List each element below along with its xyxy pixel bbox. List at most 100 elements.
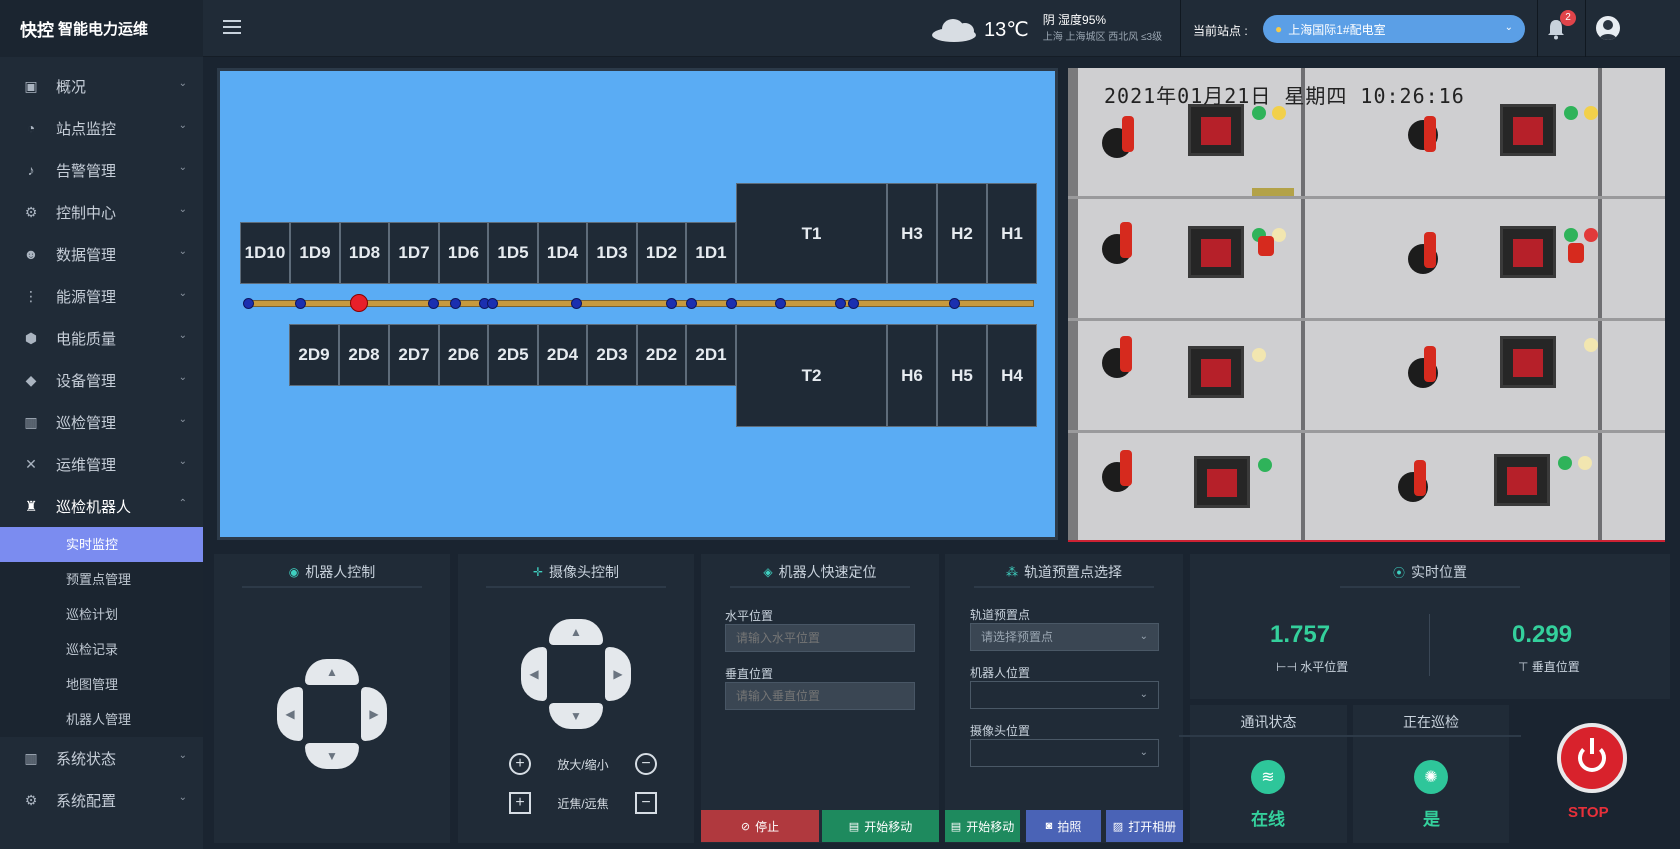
cabinet-1d7[interactable]: 1D7 [389,222,439,284]
sidebar-item-control-center[interactable]: ⚙ 控制中心 ⌄ [0,191,203,233]
sidebar-subitem-records[interactable]: 巡检记录 [0,632,203,667]
sidebar-item-inspection[interactable]: ▥ 巡检管理 ⌄ [0,401,203,443]
avatar[interactable] [1596,16,1620,40]
cabinet-1d9[interactable]: 1D9 [290,222,340,284]
cabinet-1d5[interactable]: 1D5 [488,222,538,284]
chevron-down-icon: ⌄ [178,288,187,299]
cabinet-2d4[interactable]: 2D4 [538,324,587,386]
sidebar-item-system-status[interactable]: ▥ 系统状态 ⌄ [0,737,203,779]
camera-position-select[interactable]: ⌄ [970,739,1159,767]
preset-point[interactable] [487,298,498,309]
preset-point[interactable] [775,298,786,309]
sidebar-item-alarms[interactable]: ♪ 告警管理 ⌄ [0,149,203,191]
focus-near-button[interactable]: + [509,792,531,814]
camera-left-button[interactable]: ◀ [521,647,547,701]
cabinet-t1[interactable]: T1 [736,183,887,284]
move-up-button[interactable]: ▲ [305,659,359,685]
preset-point[interactable] [949,298,960,309]
chevron-down-icon: ⌄ [178,414,187,425]
sidebar-item-system-config[interactable]: ⚙ 系统配置 ⌄ [0,779,203,821]
cabinet-1d10[interactable]: 1D10 [240,222,290,284]
sidebar-subitem-robots[interactable]: 机器人管理 [0,702,203,737]
sidebar-item-station-monitor[interactable]: ◔ 站点监控 ⌄ [0,107,203,149]
cabinet-h2[interactable]: H2 [937,183,987,284]
camera-right-button[interactable]: ▶ [605,647,631,701]
preset-point[interactable] [835,298,846,309]
robot-position-select[interactable]: ⌄ [970,681,1159,709]
station-select[interactable]: ● 上海国际1#配电室 ⌄ [1263,15,1525,43]
cabinet-h3[interactable]: H3 [887,183,937,284]
cabinet-t2[interactable]: T2 [736,324,887,427]
cabinet-2d1[interactable]: 2D1 [686,324,736,386]
preset-start-move-button[interactable]: ▤ 开始移动 [945,810,1020,842]
cabinet-2d6[interactable]: 2D6 [439,324,488,386]
cabinet-2d5[interactable]: 2D5 [488,324,538,386]
sidebar-item-label: 站点监控 [56,120,117,138]
horizontal-position-value: 1.757 [1270,621,1331,648]
horizontal-position-input[interactable] [725,624,915,652]
preset-point[interactable] [450,298,461,309]
divider [1585,0,1586,57]
move-left-button[interactable]: ◀ [277,687,303,741]
sidebar-item-patrol-robot[interactable]: ♜ 巡检机器人 ⌃ [0,485,203,527]
cabinet-1d3[interactable]: 1D3 [587,222,637,284]
cabinet-h1[interactable]: H1 [987,183,1037,284]
sidebar-item-power-quality[interactable]: ⬢ 电能质量 ⌄ [0,317,203,359]
sidebar-subitem-realtime[interactable]: 实时监控 [0,527,203,562]
cabinet-2d9[interactable]: 2D9 [289,324,339,386]
zoom-in-button[interactable]: + [509,753,531,775]
photo-button[interactable]: ◙ 拍照 [1026,810,1101,842]
stop-move-button[interactable]: ⊘ 停止 [701,810,819,842]
nodes-icon: ⁂ [1006,565,1018,579]
sidebar-subitem-maps[interactable]: 地图管理 [0,667,203,702]
cabinet-1d4[interactable]: 1D4 [538,222,587,284]
preset-point[interactable] [243,298,254,309]
sidebar-item-maintenance[interactable]: ✕ 运维管理 ⌄ [0,443,203,485]
panel-meter-unit [1168,338,1288,424]
cabinet-1d1[interactable]: 1D1 [686,222,736,284]
preset-point[interactable] [666,298,677,309]
sidebar-item-data[interactable]: ☻ 数据管理 ⌄ [0,233,203,275]
cabinet-h5[interactable]: H5 [937,324,987,427]
vertical-position-input[interactable] [725,682,915,710]
cabinet-2d8[interactable]: 2D8 [339,324,389,386]
preset-point[interactable] [571,298,582,309]
panel-meter-unit [1480,328,1600,414]
robot-position-marker[interactable] [350,294,368,312]
sidebar-item-energy[interactable]: ⋮ 能源管理 ⌄ [0,275,203,317]
cabinet-1d2[interactable]: 1D2 [637,222,686,284]
sidebar-item-label: 巡检管理 [56,414,117,432]
move-down-button[interactable]: ▼ [305,743,359,769]
select-placeholder: 请选择预置点 [981,630,1054,644]
button-label: 拍照 [1057,819,1082,834]
emergency-stop-button[interactable] [1557,723,1627,793]
stop-label: STOP [1568,804,1609,821]
cabinet-h4[interactable]: H4 [987,324,1037,427]
open-album-button[interactable]: ▨ 打开相册 [1106,810,1183,842]
preset-point[interactable] [295,298,306,309]
sidebar-item-overview[interactable]: ▣ 概况 ⌄ [0,65,203,107]
cabinet-2d3[interactable]: 2D3 [587,324,637,386]
cabinet-2d7[interactable]: 2D7 [389,324,439,386]
start-move-button[interactable]: ▤ 开始移动 [822,810,939,842]
menu-toggle-icon[interactable] [223,20,241,36]
sidebar-subitem-plan[interactable]: 巡检计划 [0,597,203,632]
cabinet-h6[interactable]: H6 [887,324,937,427]
cabinet-1d8[interactable]: 1D8 [340,222,389,284]
preset-point[interactable] [428,298,439,309]
camera-up-button[interactable]: ▲ [549,619,603,645]
focus-far-button[interactable]: − [635,792,657,814]
camera-down-button[interactable]: ▼ [549,703,603,729]
preset-point[interactable] [726,298,737,309]
zoom-out-button[interactable]: − [635,753,657,775]
preset-point[interactable] [848,298,859,309]
sidebar-item-devices[interactable]: ◆ 设备管理 ⌄ [0,359,203,401]
preset-point[interactable] [686,298,697,309]
cabinet-1d6[interactable]: 1D6 [439,222,488,284]
cabinet-2d2[interactable]: 2D2 [637,324,686,386]
sidebar-subitem-presets[interactable]: 预置点管理 [0,562,203,597]
preset-select[interactable]: 请选择预置点 ⌄ [970,623,1159,651]
sidebar: 快控 智能电力运维 ▣ 概况 ⌄ ◔ 站点监控 ⌄ ♪ 告警管理 ⌄ ⚙ 控制中心 ⌄ ☻ 数据管… [0,0,203,849]
horizontal-position-caption: ⊢⊣ 水平位置 [1276,660,1349,674]
move-right-button[interactable]: ▶ [361,687,387,741]
